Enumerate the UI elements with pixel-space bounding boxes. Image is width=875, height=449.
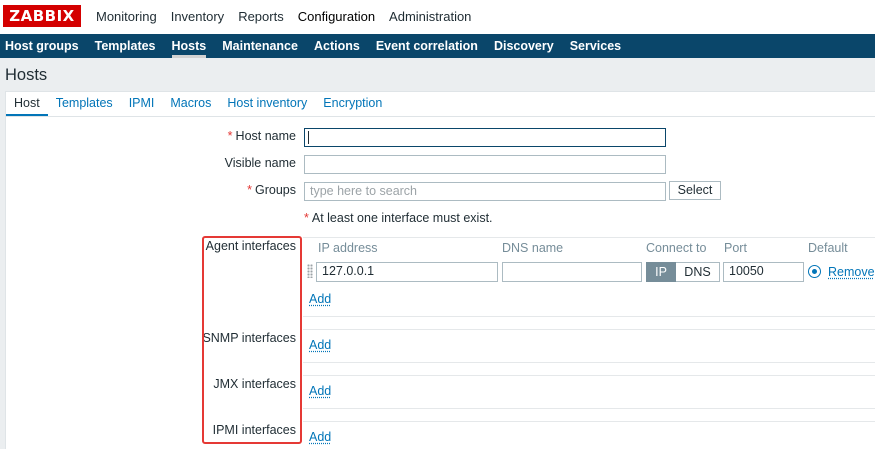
visible-name-input[interactable] bbox=[304, 155, 666, 174]
header-ip-address: IP address bbox=[318, 241, 378, 255]
top-nav: Monitoring Inventory Reports Configurati… bbox=[96, 9, 485, 24]
subnav-host-groups[interactable]: Host groups bbox=[5, 34, 79, 58]
agent-port-value: 10050 bbox=[729, 264, 764, 278]
text-caret bbox=[308, 131, 309, 144]
subnav-discovery[interactable]: Discovery bbox=[494, 34, 554, 58]
add-jmx-interface-link[interactable]: Add bbox=[309, 384, 331, 398]
host-name-label: * Host name bbox=[180, 129, 296, 143]
top-bar: ZABBIX Monitoring Inventory Reports Conf… bbox=[0, 0, 875, 34]
add-ipmi-interface-link[interactable]: Add bbox=[309, 430, 331, 444]
divider bbox=[303, 362, 875, 363]
zabbix-logo[interactable]: ZABBIX bbox=[3, 5, 81, 27]
add-snmp-interface-link[interactable]: Add bbox=[309, 338, 331, 352]
divider bbox=[303, 375, 875, 376]
agent-dns-input[interactable] bbox=[502, 262, 642, 282]
subnav-actions[interactable]: Actions bbox=[314, 34, 360, 58]
nav-reports[interactable]: Reports bbox=[238, 9, 284, 24]
tab-ipmi[interactable]: IPMI bbox=[121, 92, 163, 116]
subnav-services[interactable]: Services bbox=[570, 34, 621, 58]
header-dns-name: DNS name bbox=[502, 241, 564, 255]
host-name-label-text: Host name bbox=[235, 129, 296, 143]
tab-encryption[interactable]: Encryption bbox=[315, 92, 390, 116]
agent-port-input[interactable]: 10050 bbox=[723, 262, 804, 282]
subnav-hosts[interactable]: Hosts bbox=[171, 34, 206, 58]
divider bbox=[303, 408, 875, 409]
groups-label: * Groups bbox=[180, 183, 296, 197]
agent-ip-value: 127.0.0.1 bbox=[322, 264, 375, 278]
tab-host[interactable]: Host bbox=[6, 92, 48, 116]
sub-nav: Host groups Templates Hosts Maintenance … bbox=[5, 34, 637, 58]
groups-label-text: Groups bbox=[255, 183, 296, 197]
connect-to-toggle: IP DNS bbox=[646, 262, 720, 282]
host-name-input[interactable] bbox=[304, 128, 666, 147]
connect-dns-button[interactable]: DNS bbox=[676, 262, 720, 282]
sub-nav-bar: Host groups Templates Hosts Maintenance … bbox=[0, 34, 875, 58]
subnav-maintenance[interactable]: Maintenance bbox=[222, 34, 298, 58]
page-title: Hosts bbox=[5, 66, 48, 84]
required-mark: * bbox=[304, 211, 309, 225]
drag-handle-icon[interactable] bbox=[307, 264, 313, 278]
agent-ip-input[interactable]: 127.0.0.1 bbox=[316, 262, 498, 282]
groups-select-button[interactable]: Select bbox=[669, 181, 721, 200]
groups-placeholder: type here to search bbox=[310, 184, 418, 198]
add-agent-interface-link[interactable]: Add bbox=[309, 292, 331, 306]
divider bbox=[303, 237, 875, 238]
tab-macros[interactable]: Macros bbox=[162, 92, 219, 116]
nav-monitoring[interactable]: Monitoring bbox=[96, 9, 157, 24]
interface-required-note: * At least one interface must exist. bbox=[304, 211, 493, 225]
header-connect-to: Connect to bbox=[646, 241, 707, 255]
divider bbox=[303, 329, 875, 330]
divider bbox=[303, 421, 875, 422]
subnav-event-correlation[interactable]: Event correlation bbox=[376, 34, 478, 58]
divider bbox=[303, 316, 875, 317]
default-radio[interactable] bbox=[808, 265, 821, 278]
header-port: Port bbox=[724, 241, 747, 255]
remove-interface-link[interactable]: Remove bbox=[828, 265, 875, 279]
annotation-highlight-box bbox=[202, 236, 302, 444]
nav-inventory[interactable]: Inventory bbox=[171, 9, 224, 24]
tab-templates[interactable]: Templates bbox=[48, 92, 121, 116]
groups-search-input[interactable]: type here to search bbox=[304, 182, 666, 201]
tab-host-inventory[interactable]: Host inventory bbox=[219, 92, 315, 116]
header-default: Default bbox=[808, 241, 848, 255]
visible-name-label: Visible name bbox=[224, 156, 296, 170]
subnav-templates[interactable]: Templates bbox=[95, 34, 156, 58]
nav-administration[interactable]: Administration bbox=[389, 9, 471, 24]
required-mark: * bbox=[247, 183, 252, 197]
connect-ip-button[interactable]: IP bbox=[646, 262, 676, 282]
form-tabs: Host Templates IPMI Macros Host inventor… bbox=[6, 92, 875, 117]
nav-configuration[interactable]: Configuration bbox=[298, 9, 375, 24]
interface-note-text: At least one interface must exist. bbox=[311, 211, 493, 225]
required-mark: * bbox=[227, 129, 233, 143]
